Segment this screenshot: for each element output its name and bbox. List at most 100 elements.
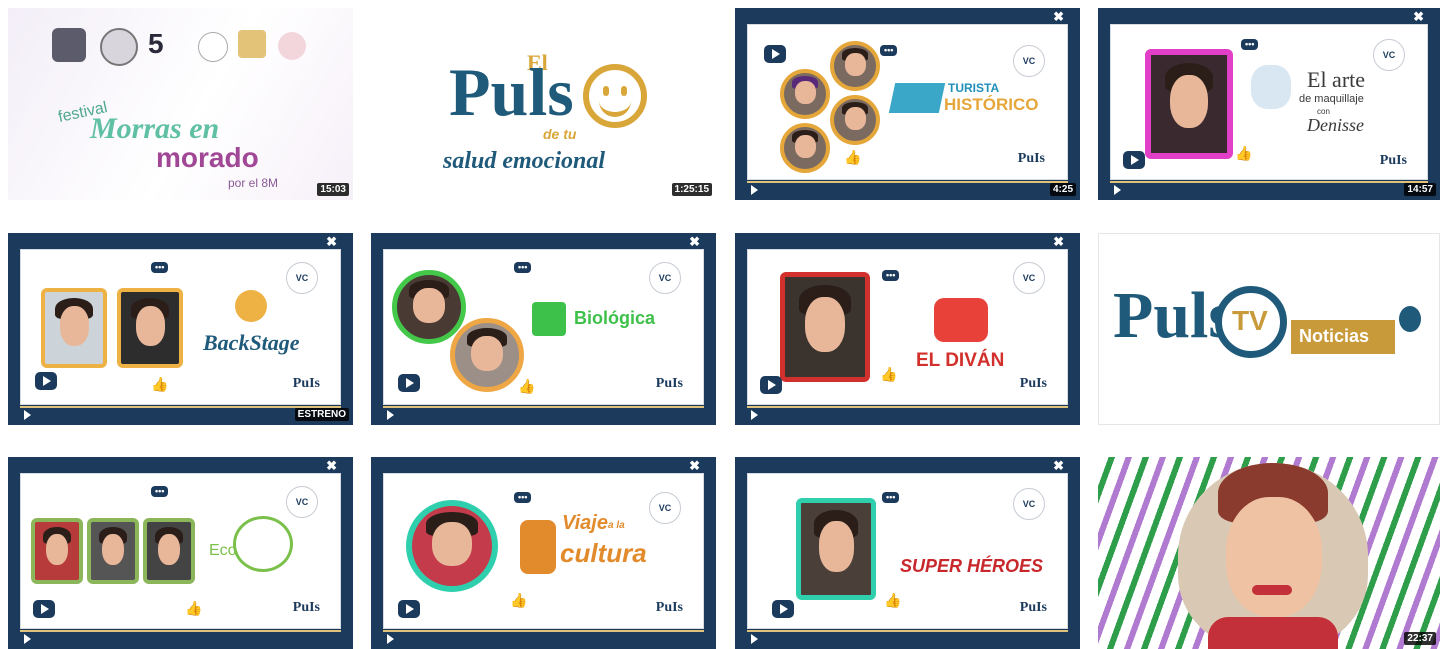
close-icon: ✖: [1053, 458, 1064, 473]
mask-icon: [520, 520, 556, 574]
avatar: [780, 272, 870, 382]
close-icon: ✖: [326, 458, 337, 473]
pulstv-logo: PuIs: [1018, 151, 1045, 167]
logo-icon: 5: [148, 28, 164, 59]
play-icon[interactable]: [387, 634, 394, 644]
book-icon: [532, 302, 566, 336]
video-thumbnail[interactable]: ✖ ••• VC 👍 SUPER HÉROES PuIs: [735, 457, 1080, 649]
player-controls[interactable]: [383, 630, 704, 645]
play-icon[interactable]: [751, 634, 758, 644]
channel-logo: VC: [649, 262, 681, 294]
player-screen: ••• VC 👍 SUPER HÉROES PuIs: [747, 473, 1068, 629]
pulstv-logo-text: PuIs: [292, 375, 320, 391]
pulstv-logo: PuIs: [1020, 600, 1047, 616]
like-icon: 👍: [151, 376, 169, 392]
title-puls: Puls: [449, 54, 574, 130]
video-thumbnail[interactable]: El Puls de tu salud emocional 1:25:15: [371, 8, 716, 200]
channel-logo: VC: [1013, 45, 1045, 77]
chat-bubble-icon: •••: [151, 486, 169, 497]
title-backstage: BackStage: [203, 330, 300, 355]
player-screen: ••• VC 👍 Biológica PuIs: [383, 249, 704, 405]
video-duration: 22:37: [1404, 632, 1436, 645]
avatar: [830, 41, 880, 91]
chat-bubble-icon: •••: [882, 492, 900, 503]
title-cultura: cultura: [560, 538, 647, 568]
avatar: [143, 518, 195, 584]
player-controls[interactable]: [747, 630, 1068, 645]
play-video-icon: [35, 372, 57, 390]
video-thumbnail[interactable]: 22:37: [1098, 457, 1440, 649]
play-icon[interactable]: [751, 410, 758, 420]
avatar: [406, 500, 498, 592]
like-icon: 👍: [1235, 145, 1253, 161]
pulstv-logo-text: PuIs: [655, 375, 683, 391]
title-arte: El arte: [1307, 67, 1366, 92]
video-duration: 4:25: [1049, 183, 1076, 196]
player-screen: ••• VC 👍 El arte de maquillaje con Denis…: [1110, 24, 1428, 180]
avatar: [41, 288, 107, 368]
title-salud: salud emocional: [443, 148, 606, 174]
sofa-icon: [934, 298, 988, 342]
play-icon[interactable]: [387, 410, 394, 420]
video-thumbnail[interactable]: ✖ ••• VC 👍 BackStage PuIs ESTRENO: [8, 233, 353, 425]
logo-icon: [238, 30, 266, 58]
video-duration: 15:03: [317, 183, 349, 196]
play-icon[interactable]: [24, 634, 31, 644]
pulstv-logo: PuIs: [656, 376, 683, 392]
pulstv-logo-text: PuIs: [1017, 150, 1045, 166]
title-detu: de tu: [543, 126, 577, 142]
close-icon: ✖: [1053, 9, 1064, 24]
video-thumbnail[interactable]: ✖ ••• VC 👍 Biológica PuIs: [371, 233, 716, 425]
channel-logo: VC: [286, 486, 318, 518]
chat-bubble-icon: •••: [514, 492, 532, 503]
mic-icon: [235, 290, 267, 322]
video-thumbnail[interactable]: ✖ ••• VC 👍 El arte de maquillaje con Den…: [1098, 8, 1440, 200]
title-denisse: Denisse: [1307, 115, 1364, 135]
close-icon: ✖: [326, 234, 337, 249]
chat-bubble-icon: •••: [1241, 39, 1259, 50]
play-video-icon: [398, 600, 420, 618]
avatar: [450, 318, 524, 392]
player-controls[interactable]: [383, 406, 704, 421]
play-video-icon: [33, 600, 55, 618]
video-thumbnail[interactable]: 5 festival Morras en morado por el 8M 15…: [8, 8, 353, 200]
like-icon: 👍: [884, 592, 902, 608]
avatar: [780, 69, 830, 119]
player-controls[interactable]: [1110, 181, 1428, 196]
video-thumbnail[interactable]: ✖ ••• VC 👍 Eco PuIs: [8, 457, 353, 649]
like-icon: 👍: [518, 378, 536, 394]
pulstv-logo-text: PuIs: [655, 599, 683, 615]
video-thumbnail[interactable]: Puls TV Noticias: [1098, 233, 1440, 425]
play-icon[interactable]: [24, 410, 31, 420]
play-icon[interactable]: [751, 185, 758, 195]
player-controls[interactable]: [20, 630, 341, 645]
logo-icon: [278, 32, 306, 60]
video-thumbnail[interactable]: ✖ ••• VC 👍 EL DIVÁN PuIs: [735, 233, 1080, 425]
title-ala: a la: [608, 520, 625, 531]
video-thumbnail[interactable]: ✖ ••• VC 👍 TURISTA HISTÓRICO PuIs 4:25: [735, 8, 1080, 200]
close-icon: ✖: [1413, 9, 1424, 24]
title-eco: Eco: [209, 542, 237, 559]
like-icon: 👍: [510, 592, 528, 608]
player-controls[interactable]: [747, 406, 1068, 421]
map-icon: [888, 83, 946, 113]
player-controls[interactable]: [20, 406, 341, 421]
close-icon: ✖: [1053, 234, 1064, 249]
chat-bubble-icon: •••: [151, 262, 169, 273]
like-icon: 👍: [880, 366, 898, 382]
player-controls[interactable]: [747, 181, 1068, 196]
close-icon: ✖: [689, 234, 700, 249]
video-duration: ESTRENO: [294, 408, 349, 421]
player-screen: ••• VC 👍 Eco PuIs: [20, 473, 341, 629]
logo-icon: [52, 28, 86, 62]
play-video-icon: [398, 374, 420, 392]
video-thumbnail[interactable]: ✖ ••• VC 👍 Viaje a la cultura PuIs: [371, 457, 716, 649]
chat-bubble-icon: •••: [882, 270, 900, 281]
play-video-icon: [760, 376, 782, 394]
avatar: [796, 498, 876, 600]
avatar: [117, 288, 183, 368]
play-video-icon: [1123, 151, 1145, 169]
play-icon[interactable]: [1114, 185, 1121, 195]
like-icon: 👍: [844, 149, 862, 165]
title-8m: por el 8M: [228, 176, 279, 190]
